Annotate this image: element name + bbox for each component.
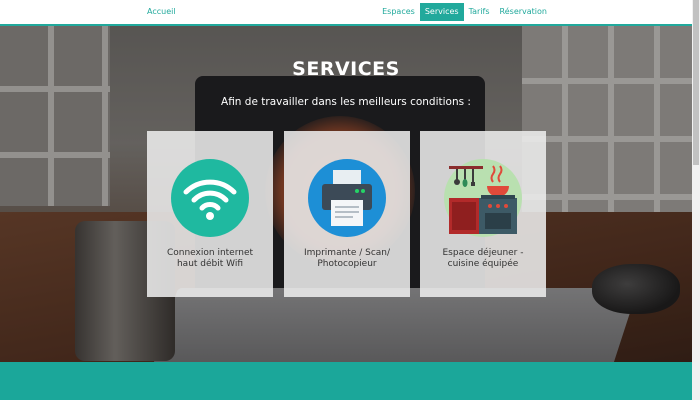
nav-item-espaces[interactable]: Espaces [377,3,420,21]
service-label-line: haut débit Wifi [176,259,244,269]
nav-brand-link[interactable]: Accueil [147,7,176,16]
wifi-icon [171,159,249,237]
section-title: SERVICES [292,58,400,80]
scrollbar-thumb[interactable] [693,0,699,165]
service-label-line: Photocopieur [317,259,377,269]
nav-item-tarifs[interactable]: Tarifs [464,3,495,21]
service-label-line: Espace déjeuner - [442,248,524,258]
service-card-wifi: Connexion internet haut débit Wifi [147,131,273,297]
page-scrollbar[interactable] [692,0,700,400]
service-card-kitchen: Espace déjeuner - cuisine équipée [420,131,546,297]
section-subtitle: Afin de travailler dans les meilleurs co… [221,96,471,108]
navbar: Accueil Espaces Services Tarifs Réservat… [0,0,692,26]
footer-section [0,362,692,400]
services-section: SERVICES Afin de travailler dans les mei… [0,26,692,362]
nav-menu: Espaces Services Tarifs Réservation [377,0,552,24]
service-label-line: Connexion internet [166,248,254,258]
nav-item-reservation[interactable]: Réservation [495,3,552,21]
service-label-line: Imprimante / Scan/ [303,248,391,258]
service-card-label: Imprimante / Scan/ Photocopieur [288,248,406,270]
nav-item-services[interactable]: Services [419,3,464,21]
service-label-line: cuisine équipée [447,259,519,269]
service-card-label: Connexion internet haut débit Wifi [151,248,269,270]
printer-icon [308,159,386,237]
service-card-printer: Imprimante / Scan/ Photocopieur [284,131,410,297]
kitchen-icon [444,159,522,237]
service-card-label: Espace déjeuner - cuisine équipée [424,248,542,270]
